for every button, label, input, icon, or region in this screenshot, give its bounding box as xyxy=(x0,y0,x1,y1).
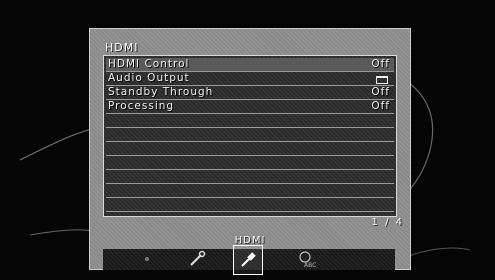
empty-row xyxy=(106,114,394,128)
row-value: Off xyxy=(371,58,390,70)
menu-row-processing[interactable]: Processing Off xyxy=(106,100,394,114)
settings-panel: HDMI HDMI Control Off Audio Output Stand… xyxy=(89,28,411,275)
wrench-icon[interactable] xyxy=(183,245,211,273)
setup-screen: HDMI HDMI Control Off Audio Output Stand… xyxy=(0,0,495,280)
language-abc-icon[interactable]: ABC xyxy=(293,245,321,273)
row-value: Off xyxy=(371,86,390,98)
menu-row-standby-through[interactable]: Standby Through Off xyxy=(106,86,394,100)
svg-text:ABC: ABC xyxy=(304,262,316,269)
hdmi-menu: HDMI Control Off Audio Output Standby Th… xyxy=(103,55,397,217)
setup-icon-bar: ABC xyxy=(103,245,395,275)
page-indicator: 1 / 4 xyxy=(371,217,404,228)
empty-row xyxy=(106,142,394,156)
setup-icon[interactable] xyxy=(133,245,161,273)
display-output-icon xyxy=(376,76,388,84)
panel-title: HDMI xyxy=(105,41,139,54)
row-label: HDMI Control xyxy=(108,58,190,70)
empty-row xyxy=(106,170,394,184)
empty-row xyxy=(106,128,394,142)
row-value: Off xyxy=(371,100,390,112)
menu-row-audio-output[interactable]: Audio Output xyxy=(106,72,394,86)
row-label: Standby Through xyxy=(108,86,214,98)
hdmi-plug-icon[interactable] xyxy=(233,245,263,275)
empty-row xyxy=(106,156,394,170)
empty-row xyxy=(106,184,394,198)
menu-row-hdmi-control[interactable]: HDMI Control Off xyxy=(106,58,394,72)
empty-row xyxy=(106,198,394,212)
row-label: Processing xyxy=(108,100,175,112)
row-label: Audio Output xyxy=(108,72,190,84)
